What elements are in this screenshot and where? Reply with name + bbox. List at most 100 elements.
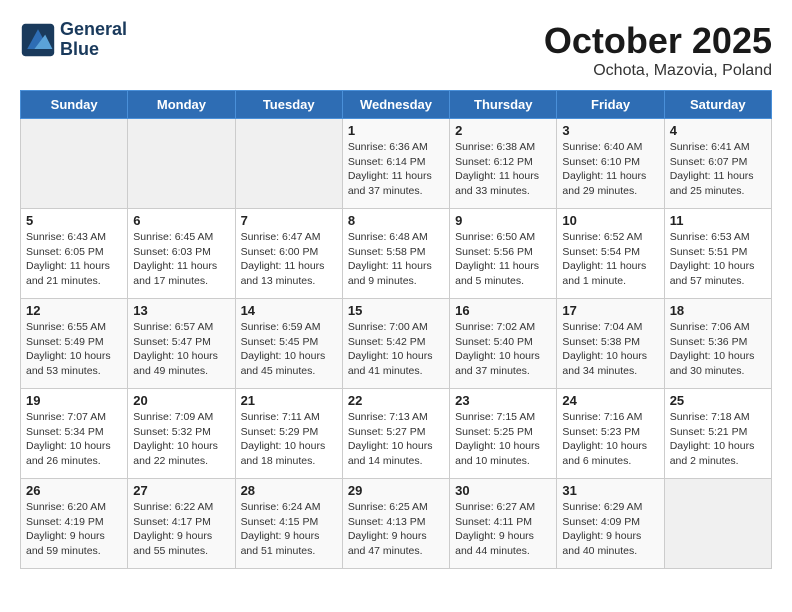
week-row-4: 19 Sunrise: 7:07 AM Sunset: 5:34 PM Dayli…	[21, 389, 772, 479]
cell-content: Sunrise: 7:04 AM Sunset: 5:38 PM Dayligh…	[562, 320, 658, 379]
day-number: 20	[133, 393, 229, 408]
week-row-1: 1 Sunrise: 6:36 AM Sunset: 6:14 PM Daylig…	[21, 119, 772, 209]
day-header-wednesday: Wednesday	[342, 91, 449, 119]
day-number: 4	[670, 123, 766, 138]
cell-content: Sunrise: 7:06 AM Sunset: 5:36 PM Dayligh…	[670, 320, 766, 379]
calendar-cell: 27 Sunrise: 6:22 AM Sunset: 4:17 PM Dayli…	[128, 479, 235, 569]
cell-content: Sunrise: 6:50 AM Sunset: 5:56 PM Dayligh…	[455, 230, 551, 289]
day-number: 9	[455, 213, 551, 228]
cell-content: Sunrise: 7:00 AM Sunset: 5:42 PM Dayligh…	[348, 320, 444, 379]
day-header-saturday: Saturday	[664, 91, 771, 119]
calendar-table: SundayMondayTuesdayWednesdayThursdayFrid…	[20, 90, 772, 569]
cell-content: Sunrise: 6:40 AM Sunset: 6:10 PM Dayligh…	[562, 140, 658, 199]
day-number: 11	[670, 213, 766, 228]
calendar-cell: 19 Sunrise: 7:07 AM Sunset: 5:34 PM Dayli…	[21, 389, 128, 479]
calendar-cell: 31 Sunrise: 6:29 AM Sunset: 4:09 PM Dayli…	[557, 479, 664, 569]
location: Ochota, Mazovia, Poland	[544, 62, 772, 80]
cell-content: Sunrise: 7:13 AM Sunset: 5:27 PM Dayligh…	[348, 410, 444, 469]
day-number: 1	[348, 123, 444, 138]
cell-content: Sunrise: 6:47 AM Sunset: 6:00 PM Dayligh…	[241, 230, 337, 289]
day-number: 31	[562, 483, 658, 498]
logo: General Blue	[20, 20, 127, 60]
cell-content: Sunrise: 6:29 AM Sunset: 4:09 PM Dayligh…	[562, 500, 658, 559]
calendar-cell: 25 Sunrise: 7:18 AM Sunset: 5:21 PM Dayli…	[664, 389, 771, 479]
calendar-cell	[235, 119, 342, 209]
cell-content: Sunrise: 6:52 AM Sunset: 5:54 PM Dayligh…	[562, 230, 658, 289]
calendar-cell	[128, 119, 235, 209]
day-number: 22	[348, 393, 444, 408]
day-number: 29	[348, 483, 444, 498]
calendar-cell: 21 Sunrise: 7:11 AM Sunset: 5:29 PM Dayli…	[235, 389, 342, 479]
calendar-cell: 4 Sunrise: 6:41 AM Sunset: 6:07 PM Daylig…	[664, 119, 771, 209]
cell-content: Sunrise: 6:36 AM Sunset: 6:14 PM Dayligh…	[348, 140, 444, 199]
day-number: 14	[241, 303, 337, 318]
cell-content: Sunrise: 6:22 AM Sunset: 4:17 PM Dayligh…	[133, 500, 229, 559]
calendar-cell: 1 Sunrise: 6:36 AM Sunset: 6:14 PM Daylig…	[342, 119, 449, 209]
day-number: 17	[562, 303, 658, 318]
day-number: 18	[670, 303, 766, 318]
week-row-2: 5 Sunrise: 6:43 AM Sunset: 6:05 PM Daylig…	[21, 209, 772, 299]
day-number: 27	[133, 483, 229, 498]
cell-content: Sunrise: 6:27 AM Sunset: 4:11 PM Dayligh…	[455, 500, 551, 559]
calendar-cell: 26 Sunrise: 6:20 AM Sunset: 4:19 PM Dayli…	[21, 479, 128, 569]
day-number: 10	[562, 213, 658, 228]
calendar-cell: 20Sunrise: 7:09 AM Sunset: 5:32 PM Dayli…	[128, 389, 235, 479]
day-number: 30	[455, 483, 551, 498]
logo-icon	[20, 22, 56, 58]
calendar-cell: 17 Sunrise: 7:04 AM Sunset: 5:38 PM Dayli…	[557, 299, 664, 389]
cell-content: Sunrise: 6:25 AM Sunset: 4:13 PM Dayligh…	[348, 500, 444, 559]
calendar-cell: 10 Sunrise: 6:52 AM Sunset: 5:54 PM Dayli…	[557, 209, 664, 299]
calendar-cell: 29 Sunrise: 6:25 AM Sunset: 4:13 PM Dayli…	[342, 479, 449, 569]
calendar-cell: 24Sunrise: 7:16 AM Sunset: 5:23 PM Dayli…	[557, 389, 664, 479]
day-header-friday: Friday	[557, 91, 664, 119]
calendar-cell: 9 Sunrise: 6:50 AM Sunset: 5:56 PM Daylig…	[450, 209, 557, 299]
calendar-cell: 16 Sunrise: 7:02 AM Sunset: 5:40 PM Dayli…	[450, 299, 557, 389]
day-number: 7	[241, 213, 337, 228]
cell-content: Sunrise: 6:41 AM Sunset: 6:07 PM Dayligh…	[670, 140, 766, 199]
calendar-cell: 7 Sunrise: 6:47 AM Sunset: 6:00 PM Daylig…	[235, 209, 342, 299]
page-header: General Blue October 2025 Ochota, Mazovi…	[20, 20, 772, 80]
cell-content: Sunrise: 6:20 AM Sunset: 4:19 PM Dayligh…	[26, 500, 122, 559]
calendar-cell: 30 Sunrise: 6:27 AM Sunset: 4:11 PM Dayli…	[450, 479, 557, 569]
calendar-cell: 12 Sunrise: 6:55 AM Sunset: 5:49 PM Dayli…	[21, 299, 128, 389]
header-row: SundayMondayTuesdayWednesdayThursdayFrid…	[21, 91, 772, 119]
cell-content: Sunrise: 7:11 AM Sunset: 5:29 PM Dayligh…	[241, 410, 337, 469]
cell-content: Sunrise: 7:15 AM Sunset: 5:25 PM Dayligh…	[455, 410, 551, 469]
cell-content: Sunrise: 7:18 AM Sunset: 5:21 PM Dayligh…	[670, 410, 766, 469]
title-section: October 2025 Ochota, Mazovia, Poland	[544, 20, 772, 80]
day-number: 12	[26, 303, 122, 318]
calendar-cell: 28Sunrise: 6:24 AM Sunset: 4:15 PM Dayli…	[235, 479, 342, 569]
cell-content: Sunrise: 6:43 AM Sunset: 6:05 PM Dayligh…	[26, 230, 122, 289]
day-number: 3	[562, 123, 658, 138]
day-number: 15	[348, 303, 444, 318]
day-number: 25	[670, 393, 766, 408]
day-header-thursday: Thursday	[450, 91, 557, 119]
day-number: 19	[26, 393, 122, 408]
calendar-cell: 18 Sunrise: 7:06 AM Sunset: 5:36 PM Dayli…	[664, 299, 771, 389]
calendar-cell: 14Sunrise: 6:59 AM Sunset: 5:45 PM Dayli…	[235, 299, 342, 389]
cell-content: Sunrise: 6:45 AM Sunset: 6:03 PM Dayligh…	[133, 230, 229, 289]
cell-content: Sunrise: 6:55 AM Sunset: 5:49 PM Dayligh…	[26, 320, 122, 379]
day-number: 23	[455, 393, 551, 408]
cell-content: Sunrise: 6:24 AM Sunset: 4:15 PM Dayligh…	[241, 500, 337, 559]
cell-content: Sunrise: 7:07 AM Sunset: 5:34 PM Dayligh…	[26, 410, 122, 469]
calendar-cell: 15 Sunrise: 7:00 AM Sunset: 5:42 PM Dayli…	[342, 299, 449, 389]
cell-content: Sunrise: 6:48 AM Sunset: 5:58 PM Dayligh…	[348, 230, 444, 289]
cell-content: Sunrise: 6:53 AM Sunset: 5:51 PM Dayligh…	[670, 230, 766, 289]
calendar-cell: 13Sunrise: 6:57 AM Sunset: 5:47 PM Dayli…	[128, 299, 235, 389]
day-number: 8	[348, 213, 444, 228]
week-row-3: 12 Sunrise: 6:55 AM Sunset: 5:49 PM Dayli…	[21, 299, 772, 389]
cell-content: Sunrise: 7:02 AM Sunset: 5:40 PM Dayligh…	[455, 320, 551, 379]
calendar-cell	[21, 119, 128, 209]
day-number: 5	[26, 213, 122, 228]
calendar-cell: 3 Sunrise: 6:40 AM Sunset: 6:10 PM Daylig…	[557, 119, 664, 209]
day-number: 24	[562, 393, 658, 408]
day-number: 16	[455, 303, 551, 318]
calendar-cell: 5 Sunrise: 6:43 AM Sunset: 6:05 PM Daylig…	[21, 209, 128, 299]
day-number: 26	[26, 483, 122, 498]
day-number: 21	[241, 393, 337, 408]
calendar-cell: 8 Sunrise: 6:48 AM Sunset: 5:58 PM Daylig…	[342, 209, 449, 299]
day-number: 13	[133, 303, 229, 318]
day-header-monday: Monday	[128, 91, 235, 119]
day-number: 6	[133, 213, 229, 228]
